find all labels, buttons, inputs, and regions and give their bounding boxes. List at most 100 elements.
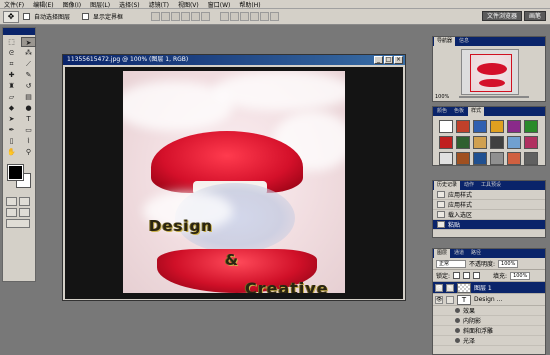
style-swatch[interactable] <box>439 136 453 149</box>
path-select-icon[interactable]: ➤ <box>4 114 19 124</box>
lock-transparency-icon[interactable] <box>453 272 461 279</box>
style-swatch[interactable] <box>456 136 470 149</box>
distribute-bottom-icon[interactable] <box>240 12 250 21</box>
brush-tool-icon[interactable]: ✎ <box>21 70 36 80</box>
zoom-slider[interactable] <box>459 96 529 98</box>
tab-styles[interactable]: 样式 <box>468 107 485 116</box>
lasso-tool-icon[interactable]: ᘓ <box>4 48 19 58</box>
show-bounding-box-checkbox[interactable] <box>82 13 90 20</box>
lock-position-icon[interactable] <box>473 272 481 279</box>
style-swatch[interactable] <box>524 120 538 133</box>
align-bottom-icon[interactable] <box>171 12 181 21</box>
shape-tool-icon[interactable]: ▭ <box>21 125 36 135</box>
style-swatch[interactable] <box>490 152 504 165</box>
blend-mode-select[interactable]: 正常 <box>436 259 466 268</box>
align-right-icon[interactable] <box>201 12 211 21</box>
menu-help[interactable]: 帮助(H) <box>239 0 260 9</box>
style-swatch[interactable] <box>524 136 538 149</box>
tab-channels[interactable]: 通道 <box>451 249 467 258</box>
effect-row[interactable]: 斜面和浮雕 <box>433 326 545 336</box>
align-left-icon[interactable] <box>181 12 191 21</box>
brushes-tab[interactable]: 画笔 <box>523 11 546 21</box>
tab-color[interactable]: 颜色 <box>434 107 450 116</box>
history-item[interactable]: 载入选区 <box>433 210 545 220</box>
style-swatch[interactable] <box>507 136 521 149</box>
style-swatch[interactable] <box>507 120 521 133</box>
tab-info[interactable]: 信息 <box>456 37 472 46</box>
distribute-top-icon[interactable] <box>220 12 230 21</box>
tab-history[interactable]: 历史记录 <box>434 181 461 190</box>
lock-pixels-icon[interactable] <box>463 272 471 279</box>
menu-edit[interactable]: 编辑(E) <box>33 0 53 9</box>
layer-row[interactable]: 👁 ✎ 图层 1 <box>433 282 545 294</box>
style-swatch[interactable] <box>473 136 487 149</box>
align-top-icon[interactable] <box>151 12 161 21</box>
menu-file[interactable]: 文件(F) <box>4 0 24 9</box>
tab-swatches[interactable]: 色板 <box>451 107 467 116</box>
align-vcenter-icon[interactable] <box>161 12 171 21</box>
close-icon[interactable]: × <box>394 56 403 64</box>
fill-field[interactable]: 100% <box>510 271 531 280</box>
auto-select-layer-checkbox[interactable] <box>23 13 30 20</box>
style-swatch[interactable] <box>456 152 470 165</box>
eyedropper-tool-icon[interactable]: ⌇ <box>21 136 36 146</box>
distribute-vcenter-icon[interactable] <box>230 12 240 21</box>
type-tool-icon[interactable]: T <box>21 114 36 124</box>
distribute-hcenter-icon[interactable] <box>260 12 270 21</box>
layer-row[interactable]: 👁 T Design ... <box>433 294 545 306</box>
distribute-right-icon[interactable] <box>270 12 280 21</box>
effects-header[interactable]: 效果 <box>433 306 545 316</box>
pen-tool-icon[interactable]: ✒ <box>4 125 19 135</box>
history-item[interactable]: 粘贴 <box>433 220 545 230</box>
link-icon[interactable] <box>446 295 454 304</box>
style-swatch[interactable] <box>439 152 453 165</box>
crop-tool-icon[interactable]: ⌗ <box>4 59 19 69</box>
menu-window[interactable]: 窗口(W) <box>208 0 231 9</box>
blur-tool-icon[interactable]: ◆ <box>4 103 19 113</box>
marquee-tool-icon[interactable]: ⬚ <box>4 37 19 47</box>
slice-tool-icon[interactable]: ⟋ <box>21 59 36 69</box>
brush-link-icon[interactable]: ✎ <box>446 283 454 292</box>
tool-preset-picker[interactable]: ✥ <box>3 10 19 23</box>
foreground-color-swatch[interactable] <box>7 164 24 181</box>
align-hcenter-icon[interactable] <box>191 12 201 21</box>
imageready-jump-icon[interactable] <box>6 219 30 228</box>
magic-wand-tool-icon[interactable]: ⁂ <box>21 48 36 58</box>
navigator-zoom[interactable]: 100% <box>435 94 449 100</box>
effect-row[interactable]: 光泽 <box>433 336 545 346</box>
maximize-icon[interactable]: □ <box>384 56 393 64</box>
quick-mask-icon[interactable] <box>19 197 30 206</box>
healing-brush-icon[interactable]: ✚ <box>4 70 19 80</box>
style-swatch[interactable] <box>439 120 453 133</box>
dodge-tool-icon[interactable]: ● <box>21 103 36 113</box>
eye-icon[interactable]: 👁 <box>435 295 443 304</box>
style-swatch[interactable] <box>456 120 470 133</box>
menu-view[interactable]: 视图(V) <box>178 0 199 9</box>
style-swatch[interactable] <box>490 120 504 133</box>
style-swatch[interactable] <box>524 152 538 165</box>
history-item[interactable]: 应用样式 <box>433 200 545 210</box>
style-swatch[interactable] <box>473 152 487 165</box>
tab-tool-presets[interactable]: 工具预设 <box>478 181 504 190</box>
tab-actions[interactable]: 动作 <box>461 181 477 190</box>
navigator-preview[interactable] <box>461 49 519 95</box>
style-swatch[interactable] <box>490 136 504 149</box>
style-swatch[interactable] <box>507 152 521 165</box>
eraser-tool-icon[interactable]: ▱ <box>4 92 19 102</box>
tab-layers[interactable]: 图层 <box>434 249 451 258</box>
file-browser-tab[interactable]: 文件浏览器 <box>481 11 522 21</box>
document-title-bar[interactable]: 11355615472.jpg @ 100% (图层 1, RGB) _ □ × <box>63 55 405 65</box>
standard-mode-icon[interactable] <box>6 197 17 206</box>
gradient-tool-icon[interactable]: ▤ <box>21 92 36 102</box>
canvas-area[interactable]: Design & Creative <box>65 67 403 299</box>
tab-navigator[interactable]: 导航器 <box>434 37 456 46</box>
tab-paths[interactable]: 路径 <box>468 249 484 258</box>
menu-select[interactable]: 选择(S) <box>119 0 140 9</box>
notes-tool-icon[interactable]: ▯ <box>4 136 19 146</box>
effect-row[interactable]: 内阴影 <box>433 316 545 326</box>
menu-filter[interactable]: 滤镜(T) <box>149 0 169 9</box>
distribute-left-icon[interactable] <box>250 12 260 21</box>
history-item[interactable]: 应用样式 <box>433 190 545 200</box>
eye-icon[interactable]: 👁 <box>435 283 443 292</box>
zoom-tool-icon[interactable]: ⚲ <box>21 147 36 157</box>
